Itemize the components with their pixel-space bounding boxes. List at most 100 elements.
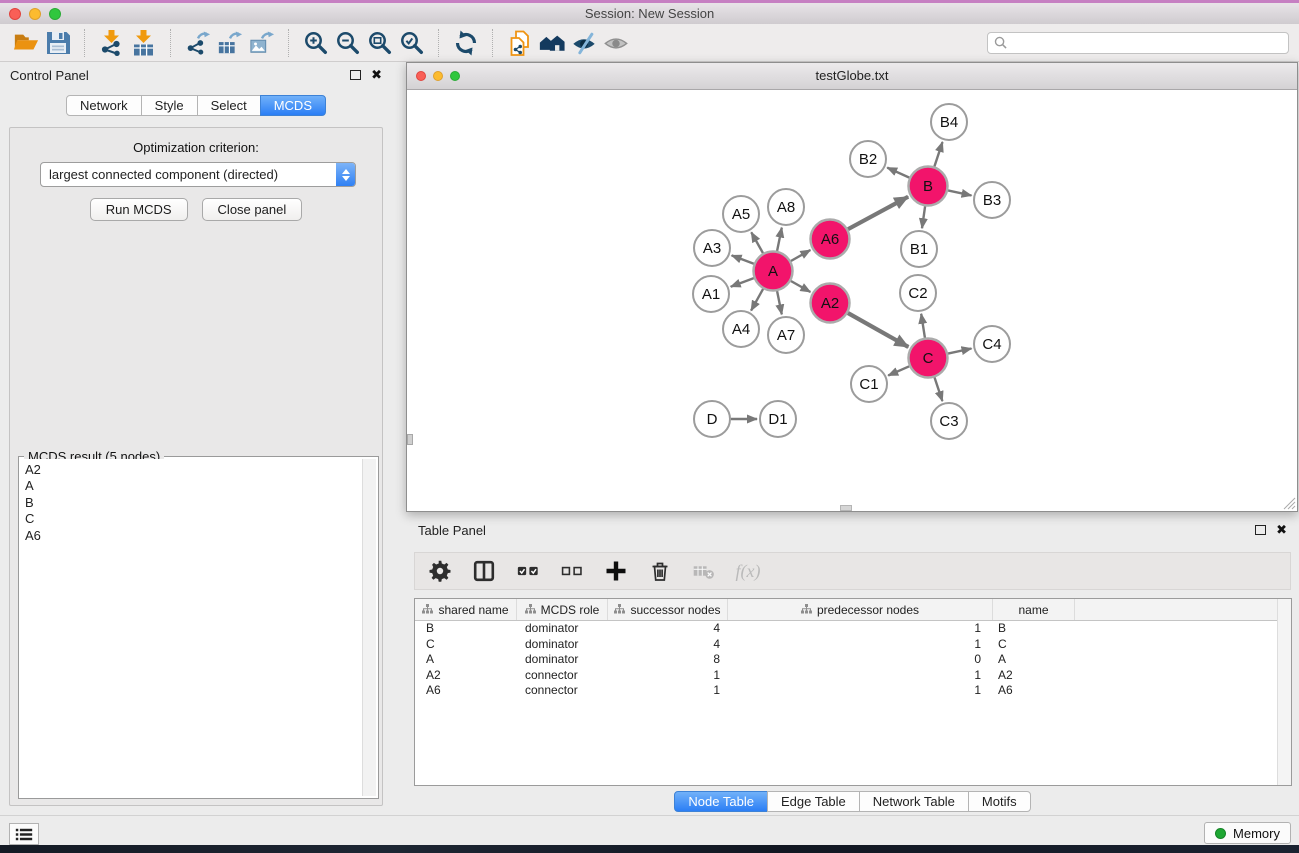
edge-B-B4[interactable] [934,142,942,167]
add-column-icon[interactable] [603,558,629,584]
table-float-panel-icon[interactable] [1255,525,1266,535]
edge-A-A4[interactable] [751,289,763,311]
canvas-bottom-handle[interactable] [840,505,852,511]
criterion-select[interactable]: largest connected component (directed) [40,162,356,187]
tab-node-table[interactable]: Node Table [674,791,768,812]
edge-B-B2[interactable] [887,168,909,178]
tab-edge-table[interactable]: Edge Table [767,791,860,812]
copy-view-icon[interactable] [504,27,536,59]
table-close-panel-icon[interactable]: ✖ [1276,522,1287,538]
tab-network[interactable]: Network [66,95,142,116]
cell-successor-nodes[interactable]: 8 [608,652,728,668]
cell-shared-name[interactable]: C [415,637,517,653]
run-mcds-button[interactable]: Run MCDS [90,198,188,221]
search-input[interactable] [1012,35,1282,51]
edge-A-A3[interactable] [732,255,754,263]
cell-successor-nodes[interactable]: 1 [608,668,728,684]
network-canvas[interactable]: AA1A2A3A4A5A6A7A8BB1B2B3B4CC1C2C3C4DD1 [407,90,1297,511]
edge-A2-C[interactable] [848,313,909,347]
cell-predecessor-nodes[interactable]: 1 [728,637,993,653]
cell-mcds-role[interactable]: dominator [517,621,608,637]
cell-shared-name[interactable]: A2 [415,668,517,684]
column-header-name[interactable]: name [993,599,1075,620]
cell-name[interactable]: A6 [993,683,1075,699]
tab-network-table[interactable]: Network Table [859,791,969,812]
float-panel-icon[interactable] [350,70,361,80]
cell-predecessor-nodes[interactable]: 1 [728,683,993,699]
table-row[interactable]: A2connector11A2 [415,668,1291,684]
import-table-icon[interactable] [128,27,160,59]
table-row[interactable]: A6connector11A6 [415,683,1291,699]
cell-mcds-role[interactable]: connector [517,683,608,699]
zoom-selected-icon[interactable] [396,27,428,59]
cell-successor-nodes[interactable]: 4 [608,621,728,637]
result-item[interactable]: A [25,478,361,494]
cell-mcds-role[interactable]: dominator [517,652,608,668]
titlebar[interactable]: Session: New Session [0,3,1299,25]
show-all-icon[interactable] [600,27,632,59]
edge-C-C1[interactable] [888,366,909,375]
cell-successor-nodes[interactable]: 4 [608,637,728,653]
table-row[interactable]: Bdominator41B [415,621,1291,637]
home-icon[interactable] [536,27,568,59]
refresh-icon[interactable] [450,27,482,59]
column-header-predecessor-nodes[interactable]: predecessor nodes [728,599,993,620]
select-all-columns-icon[interactable] [515,558,541,584]
cell-name[interactable]: C [993,637,1075,653]
result-item[interactable]: C [25,511,361,527]
tab-motifs[interactable]: Motifs [968,791,1031,812]
export-image-icon[interactable] [246,27,278,59]
result-item[interactable]: B [25,495,361,511]
cell-name[interactable]: B [993,621,1075,637]
tab-style[interactable]: Style [141,95,198,116]
edge-C-C2[interactable] [921,314,925,338]
cell-predecessor-nodes[interactable]: 0 [728,652,993,668]
zoom-out-icon[interactable] [332,27,364,59]
window-resize-grip[interactable] [1282,496,1296,510]
result-item[interactable]: A2 [25,462,361,478]
canvas-left-handle[interactable] [407,434,413,445]
edge-B-B1[interactable] [922,206,925,228]
close-panel-icon[interactable]: ✖ [371,67,382,83]
cell-successor-nodes[interactable]: 1 [608,683,728,699]
cell-mcds-role[interactable]: dominator [517,637,608,653]
select-stepper-icon[interactable] [336,163,355,186]
hide-selected-icon[interactable] [568,27,600,59]
cell-predecessor-nodes[interactable]: 1 [728,668,993,684]
export-network-icon[interactable] [182,27,214,59]
cell-mcds-role[interactable]: connector [517,668,608,684]
edge-C-C3[interactable] [935,377,943,401]
close-panel-button[interactable]: Close panel [202,198,303,221]
import-network-icon[interactable] [96,27,128,59]
network-window-titlebar[interactable]: testGlobe.txt [407,63,1297,90]
save-session-icon[interactable] [42,27,74,59]
show-columns-icon[interactable] [471,558,497,584]
edge-A-A1[interactable] [731,278,754,287]
zoom-fit-icon[interactable] [364,27,396,59]
result-list-scrollbar[interactable] [362,459,376,796]
cell-shared-name[interactable]: B [415,621,517,637]
column-header-shared-name[interactable]: shared name [415,599,517,620]
open-session-icon[interactable] [10,27,42,59]
cell-name[interactable]: A2 [993,668,1075,684]
settings-gear-icon[interactable] [427,558,453,584]
edge-A6-B[interactable] [848,197,908,230]
cell-name[interactable]: A [993,652,1075,668]
task-history-button[interactable] [9,823,39,845]
edge-A-A5[interactable] [751,232,763,253]
edge-B-B3[interactable] [948,190,972,195]
cell-predecessor-nodes[interactable]: 1 [728,621,993,637]
edge-C-C4[interactable] [948,349,972,354]
cell-shared-name[interactable]: A [415,652,517,668]
export-table-icon[interactable] [214,27,246,59]
unselect-all-columns-icon[interactable] [559,558,585,584]
delete-columns-icon[interactable] [647,558,673,584]
search-field[interactable] [987,32,1289,54]
zoom-in-icon[interactable] [300,27,332,59]
cell-shared-name[interactable]: A6 [415,683,517,699]
memory-button[interactable]: Memory [1204,822,1291,844]
column-header-successor-nodes[interactable]: successor nodes [608,599,728,620]
tab-select[interactable]: Select [197,95,261,116]
table-row[interactable]: Cdominator41C [415,637,1291,653]
network-view-window[interactable]: testGlobe.txt AA1A2A3A4A5A6A7A8BB1B2B3B4… [406,62,1298,512]
